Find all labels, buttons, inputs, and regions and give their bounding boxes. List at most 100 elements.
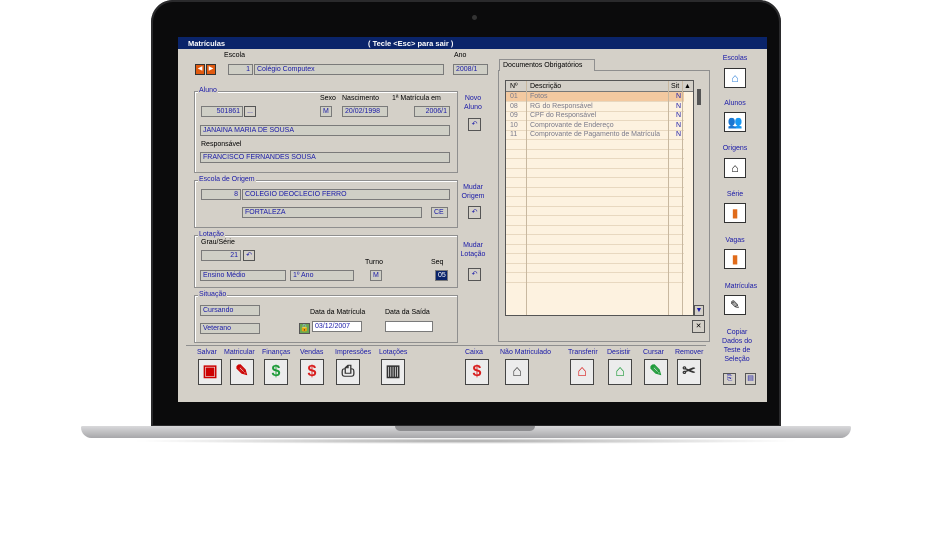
save-button[interactable]: ▣ [198,359,222,385]
origem-name-field[interactable]: COLEGIO DEOCLECIO FERRO [242,189,450,200]
serie-field[interactable]: 1º Ano [290,270,354,281]
table-row[interactable]: 09 CPF do Responsável N [506,111,684,121]
matricular-button[interactable]: ✎ [230,359,254,385]
table-row[interactable] [506,254,684,264]
copiar-label-4: Seleção [724,356,750,363]
matriculas-icon[interactable]: ✎ [724,295,746,315]
data-matricula-field[interactable]: 03/12/2007 [312,321,362,332]
col-desc-header[interactable]: Descrição [530,82,561,91]
scroll-up-icon[interactable]: ▲ [684,82,691,91]
caixa-label: Caixa [465,349,483,356]
scroll-thumb[interactable] [697,89,701,105]
printer-icon[interactable]: ⎙ [336,359,360,385]
col-n-header[interactable]: Nº [510,82,518,91]
data-matricula-label: Data da Matrícula [310,309,366,316]
table-row[interactable] [506,140,684,150]
turno-label: Turno [365,259,384,266]
situacao-tipo-field[interactable]: Veterano [200,323,260,334]
table-row[interactable] [506,178,684,188]
copy-small-icon[interactable]: ▤ [745,373,756,385]
table-row[interactable] [506,273,684,283]
table-row[interactable]: 01 Fotos N [506,92,684,102]
sidebar-matriculas-label: Matrículas [724,283,758,290]
situacao-group-title: Situação [198,291,228,298]
financas-dollar-icon[interactable]: $ [264,359,288,385]
grid-column-divider [526,81,527,315]
remover-button[interactable]: ✂ [677,359,701,385]
aluno-name-field[interactable]: JANAINA MARIA DE SOUSA [200,125,450,136]
lock-icon[interactable]: 🔒 [299,323,310,334]
table-row[interactable]: 10 Comprovante de Endereço N [506,121,684,131]
title-bar: Matrículas ( Tecle <Esc> para sair ) [178,37,767,49]
col-sit-header[interactable]: Sit [671,82,679,91]
table-row[interactable] [506,159,684,169]
nascimento-field[interactable]: 20/02/1998 [342,106,388,117]
origem-uf-field[interactable]: CE [431,207,448,218]
laptop-notch [395,426,535,431]
lotacao-code-field[interactable]: 21 [201,250,241,261]
novo-aluno-button[interactable]: ↶ [468,118,481,131]
table-row[interactable]: 08 RG do Responsável N [506,102,684,112]
people-icon[interactable]: 👥 [724,112,746,132]
aluno-group-title: Aluno [198,87,218,94]
copy-icon[interactable]: ⎘ [723,373,736,385]
mudar-lotacao-button[interactable]: ↶ [468,268,481,281]
scroll-down-icon[interactable]: ▼ [694,305,704,316]
nao-matriculado-house-icon[interactable]: ⌂ [505,359,529,385]
lotacoes-button[interactable]: ▥ [381,359,405,385]
origem-city-field[interactable]: FORTALEZA [242,207,422,218]
col-n-cell: 01 [510,93,518,100]
table-row[interactable] [506,225,684,235]
aluno-lookup-button[interactable]: ... [244,106,256,117]
table-row[interactable] [506,216,684,226]
toolbar-divider [186,345,706,346]
sexo-label: Sexo [320,95,336,102]
salvar-label: Salvar [197,349,217,356]
table-row[interactable] [506,244,684,254]
table-row[interactable] [506,235,684,245]
table-row[interactable] [506,197,684,207]
aluno-code-field[interactable]: 501861 [201,106,243,117]
origem-code-field[interactable]: 8 [201,189,241,200]
table-row[interactable] [506,168,684,178]
grau-field[interactable]: Ensino Médio [200,270,286,281]
grid-column-divider [668,81,669,315]
lotacao-undo-icon[interactable]: ↶ [243,250,255,261]
data-saida-field[interactable] [385,321,433,332]
bar-chart-icon[interactable]: ▮ [724,203,746,223]
financas-label: Finanças [262,349,291,356]
transferir-label: Transferir [568,349,598,356]
table-row[interactable] [506,206,684,216]
primeira-matricula-field[interactable]: 2006/1 [414,106,450,117]
col-n-cell: 09 [510,112,518,119]
caixa-dollar-icon[interactable]: $ [465,359,489,385]
transferir-house-icon[interactable]: ⌂ [570,359,594,385]
escola-code-field[interactable]: 1 [228,64,253,75]
origin-house-icon[interactable]: ⌂ [724,158,746,178]
desistir-house-icon[interactable]: ⌂ [608,359,632,385]
turno-field[interactable]: M [370,270,382,281]
table-row[interactable] [506,149,684,159]
escola-name-field[interactable]: Colégio Computex [254,64,444,75]
next-arrow-icon[interactable]: ▶ [206,64,216,75]
vendas-dollar-icon[interactable]: $ [300,359,324,385]
ano-field[interactable]: 2008/1 [453,64,488,75]
table-row[interactable] [506,263,684,273]
sexo-field[interactable]: M [320,106,332,117]
prev-arrow-icon[interactable]: ◀ [195,64,205,75]
col-desc-cell: Fotos [530,93,548,100]
cursar-button[interactable]: ✎ [644,359,668,385]
vagas-chart-icon[interactable]: ▮ [724,249,746,269]
mudar-origem-button[interactable]: ↶ [468,206,481,219]
close-icon[interactable]: ✕ [692,320,705,333]
seq-field[interactable]: 05 [435,270,448,281]
responsavel-field[interactable]: FRANCISCO FERNANDES SOUSA [200,152,450,163]
house-icon[interactable]: ⌂ [724,68,746,88]
situacao-status-field[interactable]: Cursando [200,305,260,316]
webcam-icon [472,15,477,20]
table-row[interactable]: 11 Comprovante de Pagamento de Matrícula N [506,130,684,140]
table-row[interactable] [506,187,684,197]
sidebar-escolas-label: Escolas [722,55,748,62]
tab-documentos[interactable]: Documentos Obrigatórios [499,59,595,71]
window-hint: ( Tecle <Esc> para sair ) [368,39,454,48]
